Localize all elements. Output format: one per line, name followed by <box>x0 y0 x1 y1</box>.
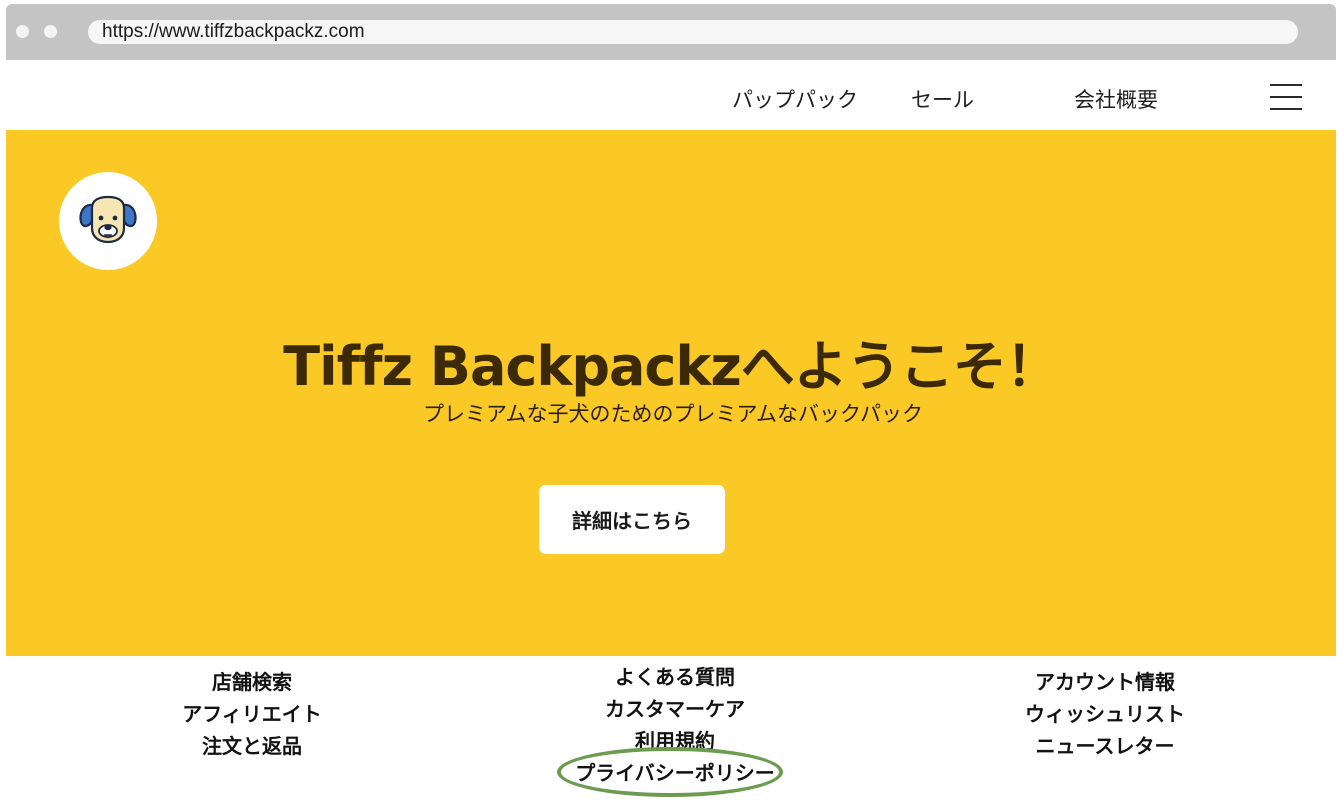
footer-column-store: 店舗検索 アフィリエイト 注文と返品 <box>152 666 352 762</box>
nav-item-about[interactable]: 会社概要 <box>1074 84 1158 114</box>
footer-link-account-info[interactable]: アカウント情報 <box>1000 666 1210 698</box>
footer-link-faq[interactable]: よくある質問 <box>555 661 795 693</box>
footer-link-newsletter[interactable]: ニュースレター <box>1000 730 1210 762</box>
footer-link-orders-returns[interactable]: 注文と返品 <box>152 730 352 762</box>
footer-link-customer-care[interactable]: カスタマーケア <box>555 693 795 725</box>
hamburger-line <box>1270 84 1302 86</box>
top-nav: パップパック セール 会社概要 <box>6 60 1336 130</box>
hero-subtitle: プレミアムな子犬のためのプレミアムなバックパック <box>422 402 923 426</box>
hamburger-line <box>1270 96 1302 98</box>
nav-item-sale[interactable]: セール <box>911 84 974 114</box>
nav-item-puppack[interactable]: パップパック <box>732 84 858 114</box>
footer-column-support: よくある質問 カスタマーケア 利用規約 プライバシーポリシー <box>555 661 795 789</box>
address-bar[interactable]: https://www.tiffzbackpackz.com <box>88 20 1298 44</box>
dog-face-icon <box>79 195 137 244</box>
learn-more-button[interactable]: 詳細はこちら <box>539 485 725 554</box>
hero-banner: Tiffz Backpackzへようこそ！ プレミアムな子犬のためのプレミアムな… <box>6 130 1336 656</box>
footer-link-wishlist[interactable]: ウィッシュリスト <box>1000 698 1210 730</box>
footer-link-terms[interactable]: 利用規約 <box>555 725 795 757</box>
window-control-dot[interactable] <box>44 25 57 38</box>
hero-title: Tiffz Backpackzへようこそ！ <box>283 335 1060 398</box>
window-control-dot[interactable] <box>16 25 29 38</box>
hamburger-line <box>1270 108 1302 110</box>
hamburger-menu-icon[interactable] <box>1270 82 1304 112</box>
site-logo[interactable] <box>59 172 157 270</box>
page: https://www.tiffzbackpackz.com パップパック セー… <box>0 0 1344 800</box>
footer-link-privacy-policy[interactable]: プライバシーポリシー <box>555 757 795 789</box>
footer-link-store-locator[interactable]: 店舗検索 <box>152 666 352 698</box>
footer-column-account: アカウント情報 ウィッシュリスト ニュースレター <box>1000 666 1210 762</box>
footer-link-affiliate[interactable]: アフィリエイト <box>152 698 352 730</box>
browser-toolbar: https://www.tiffzbackpackz.com <box>6 4 1336 60</box>
